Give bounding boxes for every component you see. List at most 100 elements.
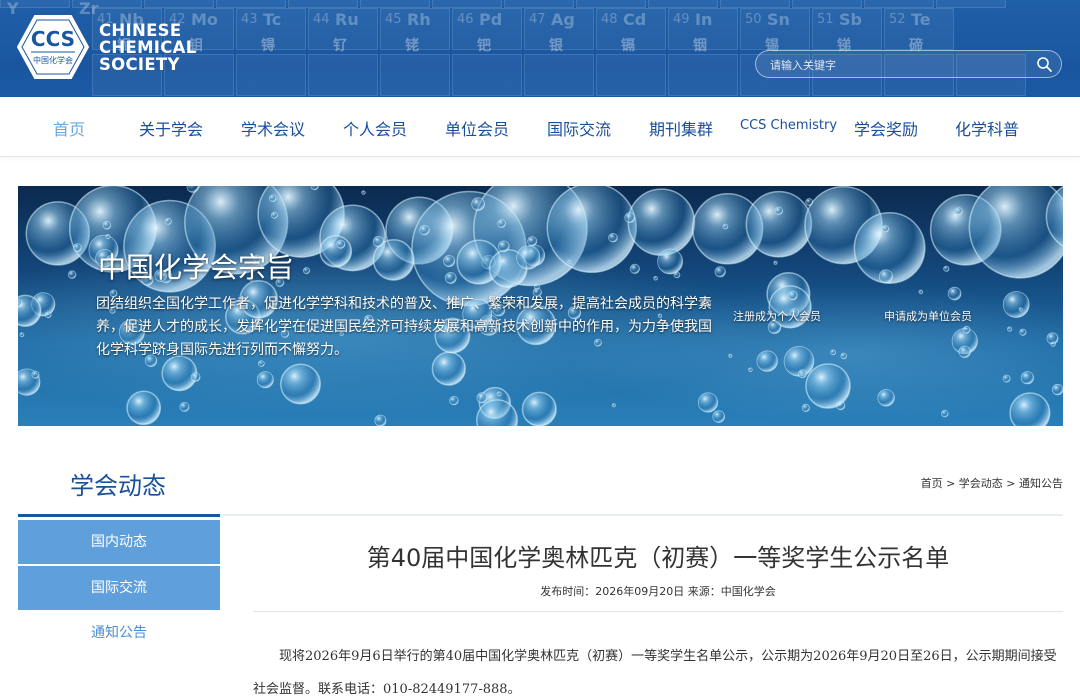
logo-cn: 中国化学会 [33, 55, 73, 65]
bubble [444, 272, 457, 284]
nav-item-unit-members[interactable]: 单位会员 [445, 116, 509, 140]
periodic-cell: 48 Cd 镉 [596, 8, 666, 54]
periodic-cell-sym: Rh [407, 10, 431, 29]
bubble [546, 186, 638, 274]
bubble [798, 369, 807, 379]
bubble [67, 270, 77, 279]
apply-unit-member-link[interactable]: 申请成为单位会员 [884, 308, 972, 324]
bubble [527, 236, 538, 247]
nav-item-personal-members[interactable]: 个人会员 [343, 116, 407, 140]
periodic-cell-top [648, 0, 718, 8]
search-input[interactable] [770, 55, 1030, 75]
sidebar-item-notices[interactable]: 通知公告 [18, 611, 220, 655]
bubble [302, 267, 310, 275]
periodic-cell-num: 49 [673, 12, 690, 27]
nav-item-awards[interactable]: 学会奖励 [854, 116, 918, 140]
sidebar-title: 学会动态 [70, 472, 166, 500]
periodic-cell: 51 Sb 锑 [812, 8, 882, 54]
logo-line-society: SOCIETY [99, 55, 180, 74]
periodic-cell-bottom [524, 54, 594, 96]
periodic-cell-bottom [668, 54, 738, 96]
periodic-cell-top [792, 0, 862, 8]
bubble [18, 294, 42, 327]
bubble [774, 206, 783, 215]
bubble [954, 207, 963, 216]
periodic-cell-bottom [452, 54, 522, 96]
periodic-cell: 47 Ag 银 [524, 8, 594, 54]
nav-item-international[interactable]: 国际交流 [547, 116, 611, 140]
periodic-cell: 45 Rh 铑 [380, 8, 450, 54]
periodic-cell-bottom [596, 54, 666, 96]
periodic-cell-num: 50 [745, 12, 762, 27]
periodic-cell: 52 Te 碲 [884, 8, 954, 54]
bubble [471, 197, 485, 211]
bubble [840, 352, 847, 360]
bubble [164, 217, 172, 225]
bubble [72, 243, 82, 252]
bubble [788, 290, 798, 301]
periodic-cell-top [216, 0, 286, 8]
bubble [179, 401, 190, 412]
periodic-cell-top: Y [0, 0, 70, 18]
bubble [102, 220, 112, 230]
bubble [361, 190, 366, 195]
nav-item-ccs-chemistry[interactable]: CCS Chemistry [740, 118, 837, 133]
periodic-cell-num: 48 [601, 12, 618, 27]
logo-abbr: CCS [31, 27, 75, 51]
periodic-cell-sym: Te [911, 10, 931, 29]
search-icon[interactable] [1036, 56, 1053, 73]
bubble [801, 403, 810, 412]
bubble [611, 403, 616, 408]
bubble [878, 269, 893, 284]
bubble [962, 325, 971, 334]
bubble [805, 363, 851, 409]
periodic-cell-cn: 钌 [333, 38, 347, 54]
site-header: Y Zr 41 Nb 铌 42 Mo 钼 43 Tc 锝 44 Ru 钌 45 Rh 铑 46 Pd 钯 47 Ag 银 48… [0, 0, 1080, 97]
ccs-logo-icon[interactable]: CCS 中国化学会 [17, 14, 89, 80]
bubble [624, 212, 636, 224]
article-body: 现将2026年9月6日举行的第40届中国化学奥林匹克（初赛）一等奖学生名单公示，… [253, 649, 1057, 697]
breadcrumb[interactable]: 首页 > 学会动态 > 通知公告 [921, 475, 1063, 491]
nav-item-popular-science[interactable]: 化学科普 [955, 116, 1019, 140]
sidebar-item-international[interactable]: 国际交流 [18, 566, 220, 610]
article-title: 第40届中国化学奥林匹克（初赛）一等奖学生公示名单 [366, 544, 950, 572]
bubble [1019, 328, 1027, 336]
bubble [374, 414, 387, 426]
logo-wordmark[interactable]: CHINESE CHEMICAL SOCIETY [99, 22, 197, 73]
nav-item-home[interactable]: 首页 [53, 116, 85, 140]
bubble [516, 245, 541, 270]
periodic-table-background: Y Zr 41 Nb 铌 42 Mo 钼 43 Tc 锝 44 Ru 钌 45 Rh 铑 46 Pd 钯 47 Ag 银 48… [0, 0, 1080, 97]
bubble [105, 233, 111, 240]
bubble [419, 224, 430, 236]
sidebar-item-domestic-news[interactable]: 国内动态 [18, 520, 220, 564]
periodic-cell-sym: Ag [551, 10, 575, 29]
periodic-cell-cn: 铟 [693, 38, 707, 54]
article-separator [253, 611, 1063, 612]
periodic-cell-num: 46 [457, 12, 474, 27]
nav-item-conferences[interactable]: 学术会议 [241, 116, 305, 140]
bubble [968, 186, 1063, 279]
banner-title: 中国化学会宗旨 [98, 251, 295, 284]
bubble [310, 186, 319, 191]
search-box [755, 50, 1062, 78]
bubble [756, 350, 778, 372]
nav-item-journals[interactable]: 期刊集群 [649, 116, 713, 140]
periodic-cell-sym: Pd [479, 10, 503, 29]
bubble [943, 265, 950, 272]
bubble [722, 223, 729, 230]
nav-item-about[interactable]: 关于学会 [139, 116, 203, 140]
bubble [629, 263, 640, 274]
periodic-cell-num: 47 [529, 12, 546, 27]
bubble [497, 219, 506, 228]
main-nav: 首页 关于学会 学术会议 个人会员 单位会员 国际交流 期刊集群 CCS Che… [0, 97, 1080, 157]
periodic-cell-cn: 铑 [405, 38, 419, 54]
bubble [476, 392, 488, 404]
bubble [567, 259, 572, 264]
bubble [958, 345, 971, 359]
periodic-cell: 50 Sn 锡 [740, 8, 810, 54]
register-personal-member-link[interactable]: 注册成为个人会员 [733, 308, 821, 324]
periodic-cell-top: Zr [72, 0, 142, 18]
periodic-cell-cn: 银 [549, 38, 563, 54]
periodic-cell-sym: Tc [263, 10, 282, 29]
periodic-cell-sym: Cd [623, 10, 647, 29]
